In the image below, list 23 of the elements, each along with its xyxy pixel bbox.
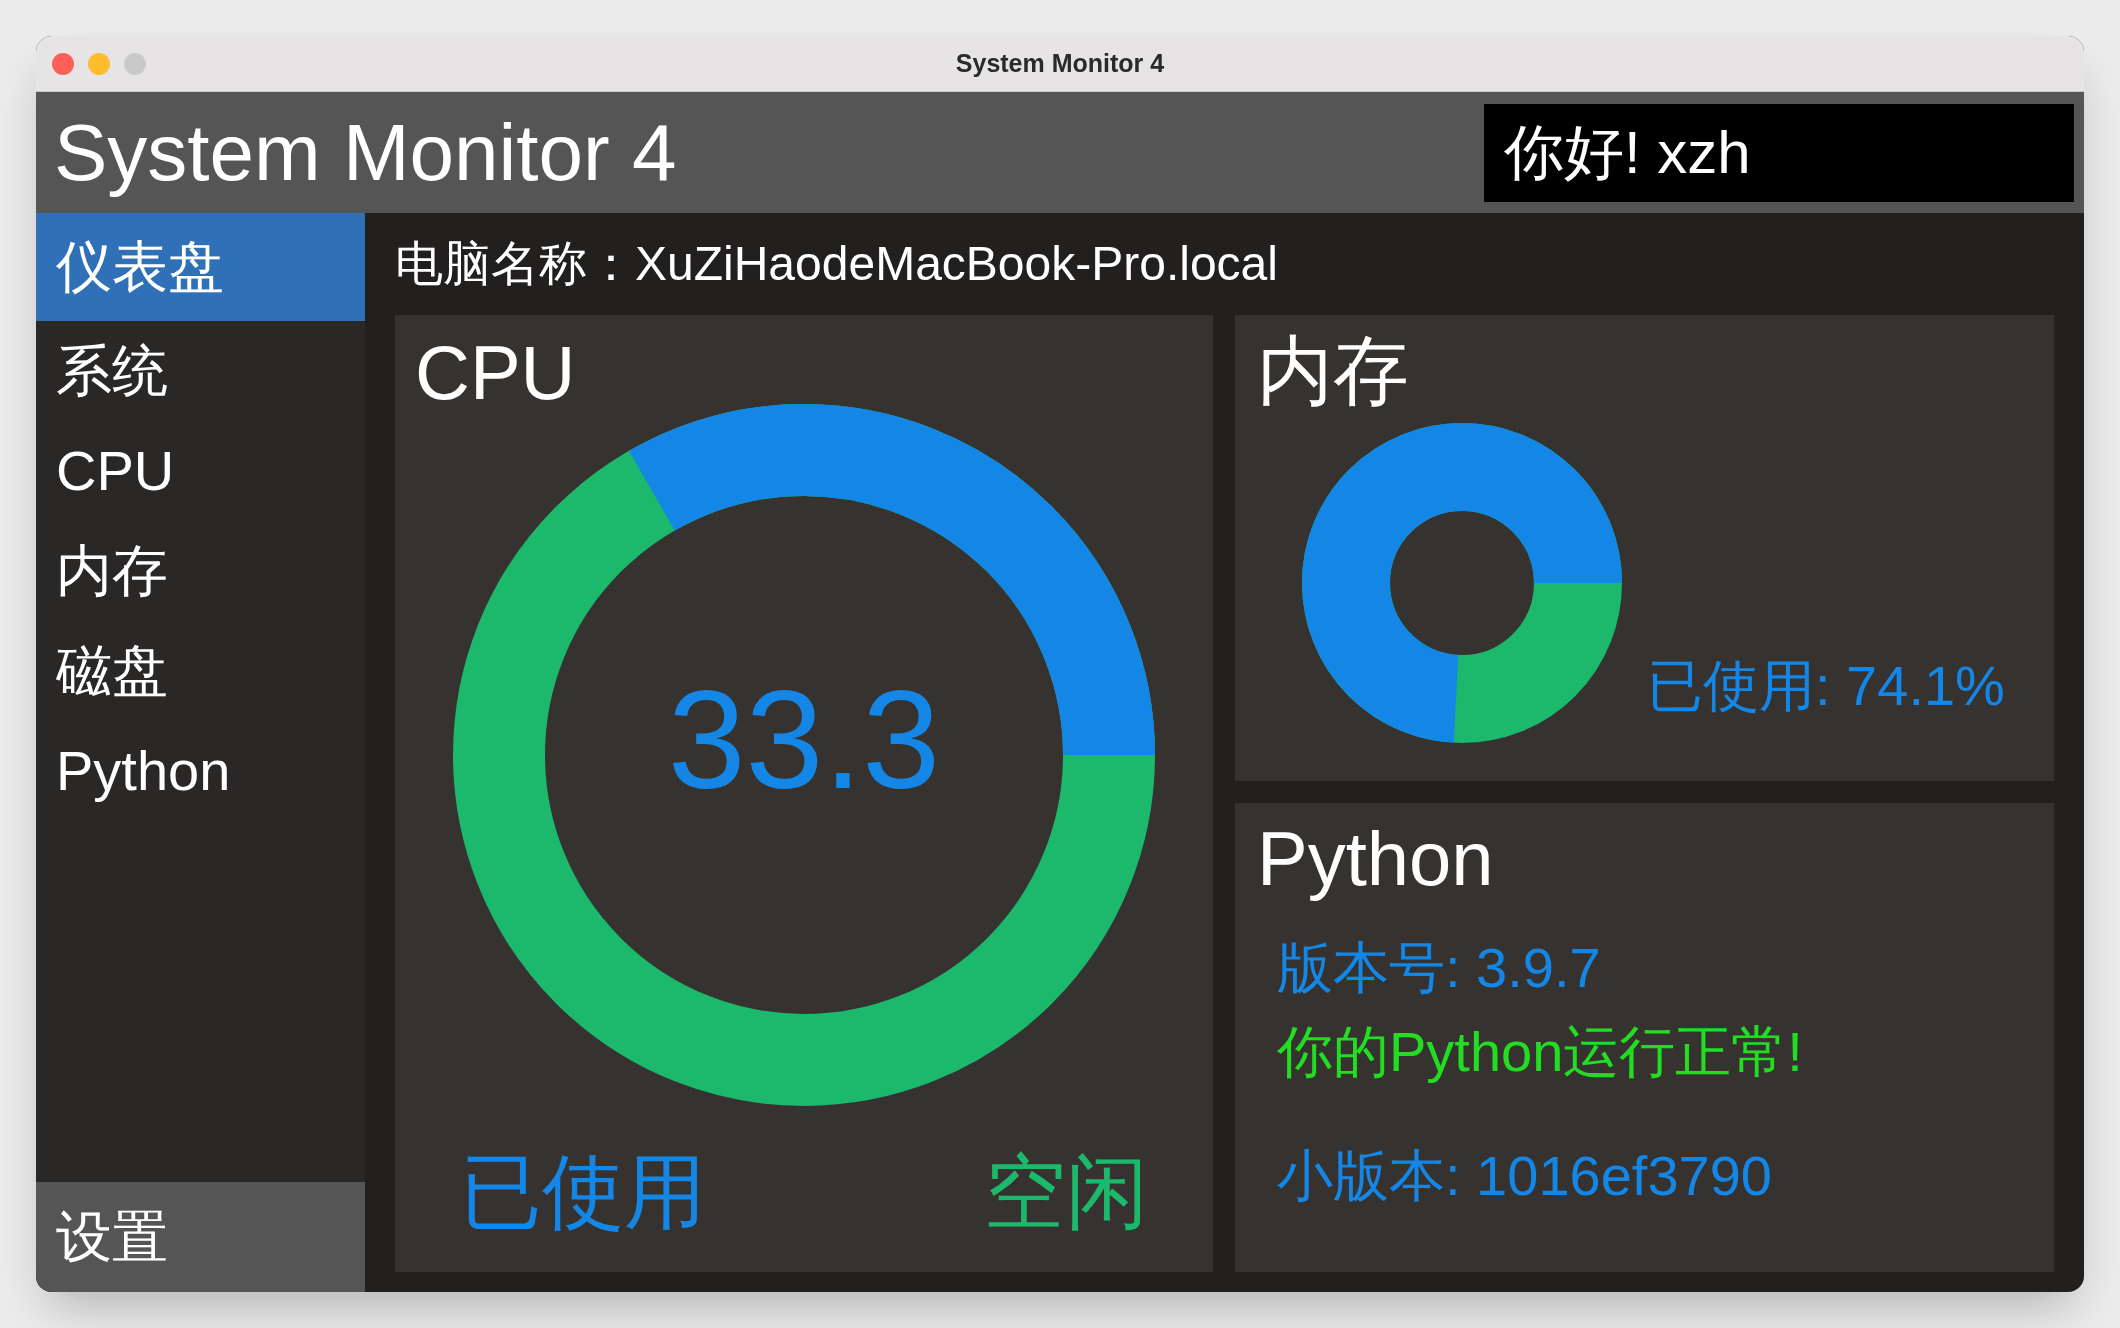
sidebar-item[interactable]: 内存 (36, 521, 365, 621)
sidebar-item[interactable]: Python (36, 721, 365, 821)
python-status: 你的Python运行正常! (1277, 1019, 1804, 1085)
greeting-box: 你好! xzh (1484, 103, 2074, 202)
card-title: Python (1257, 815, 1495, 903)
card-title: CPU (415, 329, 577, 417)
cpu-value: 33.3 (667, 670, 941, 810)
python-version: 版本号: 3.9.7 (1277, 935, 1602, 1001)
sidebar-item[interactable]: CPU (36, 421, 365, 521)
sidebar-item[interactable]: 仪表盘 (36, 213, 365, 321)
python-build: 小版本: 1016ef3790 (1277, 1143, 1773, 1209)
close-button[interactable] (52, 52, 74, 75)
legend-label: 已使用 (460, 1145, 706, 1239)
settings-item[interactable]: 设置 (36, 1182, 365, 1292)
computer-name: 电脑名称：XuZiHaodeMacBook-Pro.local (395, 236, 1279, 292)
zoom-button[interactable] (124, 52, 146, 75)
card-title: 内存 (1257, 327, 1410, 415)
legend-label: 空闲 (984, 1145, 1148, 1239)
sidebar-item[interactable]: 磁盘 (36, 621, 365, 721)
sidebar-item[interactable]: 系统 (36, 321, 365, 421)
memory-reading: 已使用: 74.1% (1647, 653, 2005, 719)
window-title: System Monitor 4 (955, 47, 1165, 79)
minimize-button[interactable] (88, 52, 110, 75)
